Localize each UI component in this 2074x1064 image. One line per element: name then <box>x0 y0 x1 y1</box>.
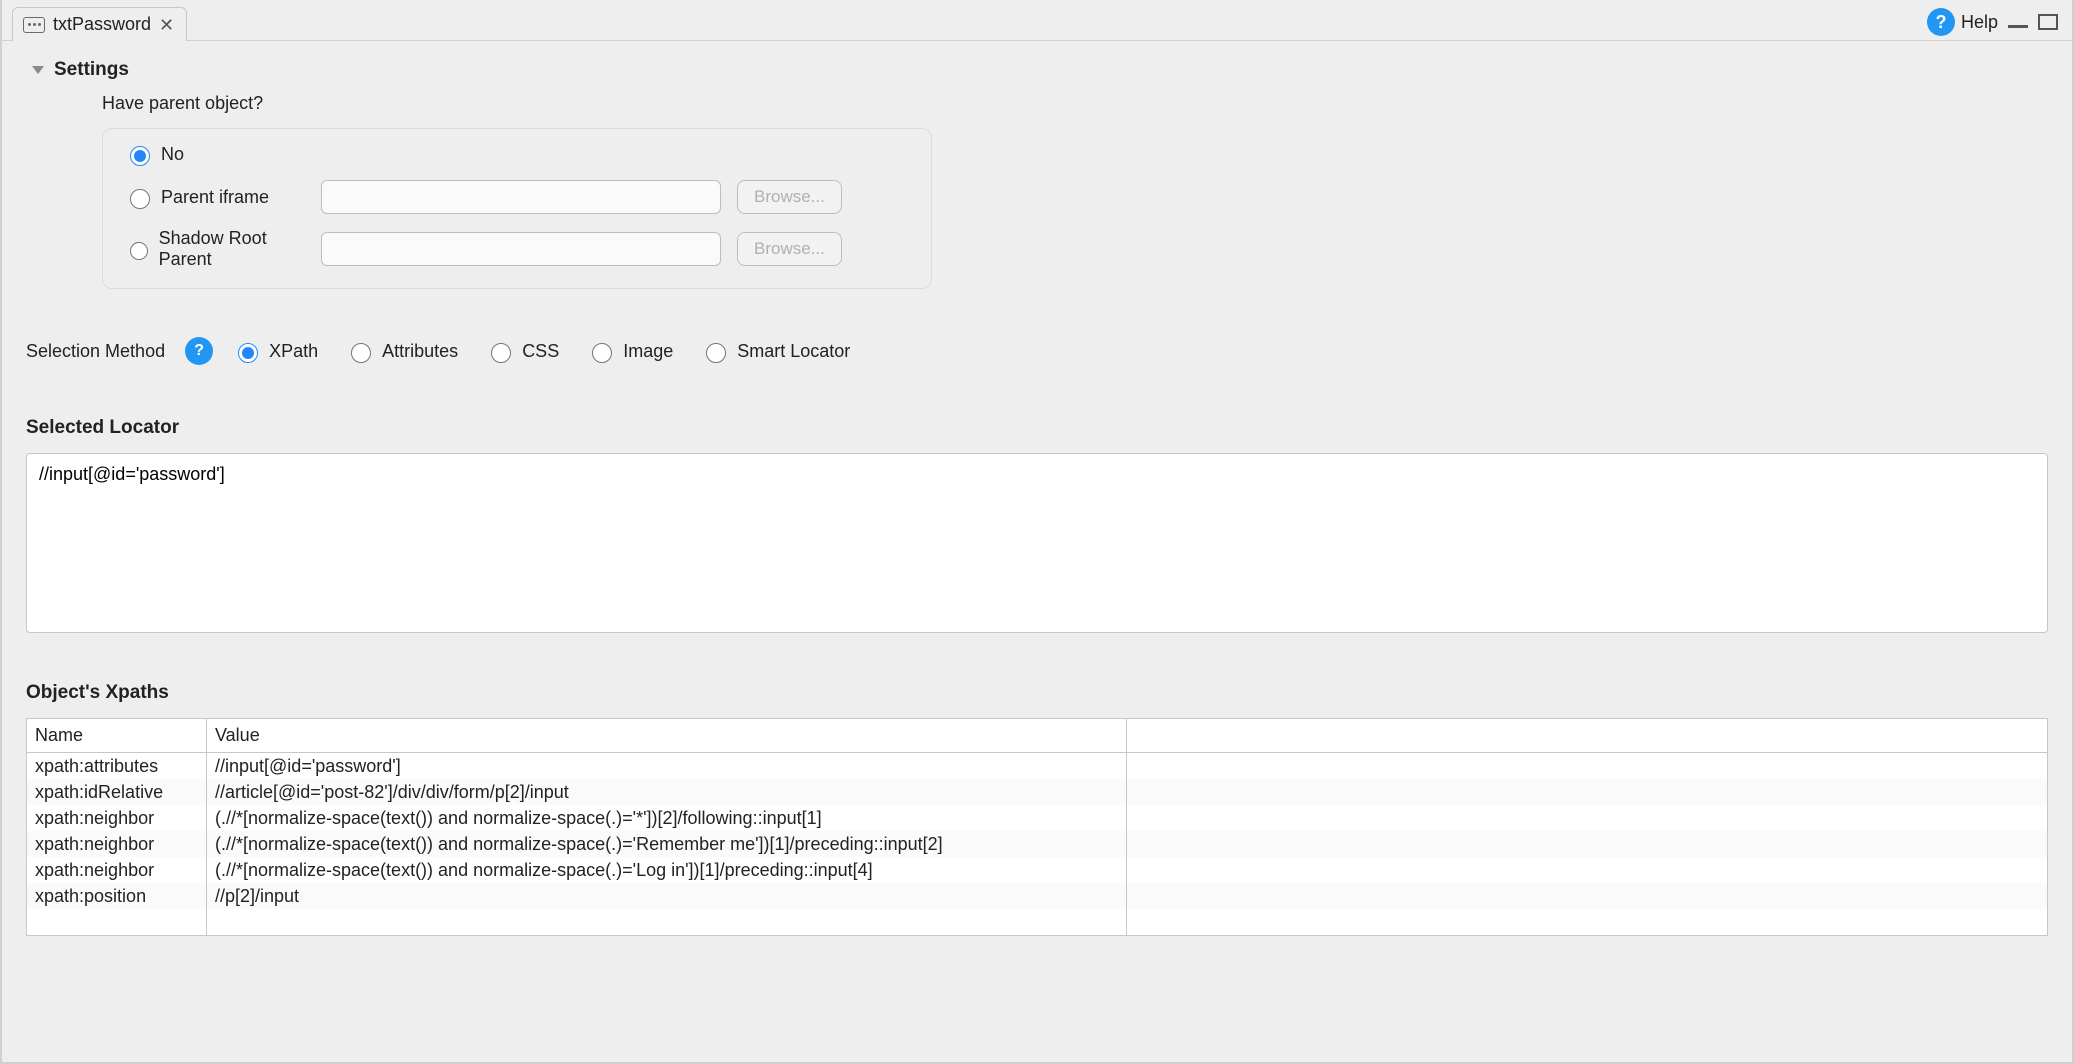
xpath-spare-cell <box>1127 883 2048 909</box>
radio-no[interactable] <box>130 146 150 166</box>
help-label: Help <box>1961 12 1998 33</box>
radio-parent-iframe-label: Parent iframe <box>161 187 269 208</box>
selection-method-row: Selection Method ? XPath Attributes CSS … <box>26 297 2048 373</box>
radio-smart[interactable] <box>706 343 726 363</box>
xpath-value-cell: //p[2]/input <box>207 883 1127 909</box>
xpath-value-cell: //article[@id='post-82']/div/div/form/p[… <box>207 779 1127 805</box>
table-row[interactable]: xpath:neighbor(.//*[normalize-space(text… <box>27 857 2048 883</box>
table-row[interactable]: xpath:neighbor(.//*[normalize-space(text… <box>27 805 2048 831</box>
disclosure-triangle-icon[interactable] <box>32 66 44 74</box>
app-frame: txtPassword ✕ ? Help Settings Have paren… <box>0 0 2074 1064</box>
radio-css-label: CSS <box>522 341 559 362</box>
xpaths-header-name[interactable]: Name <box>27 719 207 753</box>
table-row[interactable]: xpath:position//p[2]/input <box>27 883 2048 909</box>
xpath-name-cell: xpath:position <box>27 883 207 909</box>
radio-xpath[interactable] <box>238 343 258 363</box>
parent-iframe-input[interactable] <box>321 180 721 214</box>
radio-image[interactable] <box>592 343 612 363</box>
settings-title: Settings <box>54 59 129 81</box>
selected-locator-title: Selected Locator <box>26 417 2048 439</box>
maximize-button[interactable] <box>2038 14 2058 30</box>
xpath-name-cell: xpath:neighbor <box>27 805 207 831</box>
help-icon: ? <box>1927 8 1955 36</box>
xpath-value-cell: (.//*[normalize-space(text()) and normal… <box>207 831 1127 857</box>
help-button[interactable]: ? Help <box>1927 8 1998 36</box>
xpaths-table: Name Value xpath:attributes//input[@id='… <box>26 718 2048 936</box>
settings-body: Have parent object? No Parent iframe Bro… <box>26 93 2048 297</box>
radio-parent-iframe[interactable] <box>130 189 150 209</box>
editor-tab[interactable]: txtPassword ✕ <box>12 7 187 41</box>
xpath-name-cell: xpath:neighbor <box>27 857 207 883</box>
parent-object-group: No Parent iframe Browse... Shadow Root P… <box>102 128 932 289</box>
tabs-container: txtPassword ✕ <box>2 0 187 40</box>
tab-label: txtPassword <box>53 14 151 35</box>
browse-iframe-button[interactable]: Browse... <box>737 180 842 214</box>
content-area: Settings Have parent object? No Parent i… <box>2 41 2072 1062</box>
xpaths-header-value[interactable]: Value <box>207 719 1127 753</box>
xpath-value-cell: //input[@id='password'] <box>207 753 1127 780</box>
xpath-name-cell: xpath:neighbor <box>27 831 207 857</box>
xpath-value-cell: (.//*[normalize-space(text()) and normal… <box>207 857 1127 883</box>
xpath-name-cell: xpath:idRelative <box>27 779 207 805</box>
selection-method-label: Selection Method <box>26 341 165 362</box>
radio-attributes-label: Attributes <box>382 341 458 362</box>
tab-bar: txtPassword ✕ ? Help <box>2 0 2072 41</box>
radio-css[interactable] <box>491 343 511 363</box>
table-row[interactable]: xpath:attributes//input[@id='password'] <box>27 753 2048 780</box>
selected-locator-input[interactable] <box>26 453 2048 633</box>
toolbar-right: ? Help <box>1927 0 2064 40</box>
radio-attributes[interactable] <box>351 343 371 363</box>
minimize-button[interactable] <box>2008 16 2028 28</box>
xpaths-title: Object's Xpaths <box>26 682 2048 704</box>
xpath-spare-cell <box>1127 805 2048 831</box>
xpath-spare-cell <box>1127 857 2048 883</box>
xpath-spare-cell <box>1127 831 2048 857</box>
settings-header: Settings <box>26 41 2048 93</box>
radio-shadow-root[interactable] <box>130 241 148 261</box>
xpath-value-cell: (.//*[normalize-space(text()) and normal… <box>207 805 1127 831</box>
table-row[interactable]: xpath:idRelative//article[@id='post-82']… <box>27 779 2048 805</box>
radio-shadow-root-label: Shadow Root Parent <box>159 228 305 270</box>
radio-xpath-label: XPath <box>269 341 318 362</box>
xpaths-header-spare <box>1127 719 2048 753</box>
xpath-name-cell: xpath:attributes <box>27 753 207 780</box>
browse-shadow-button[interactable]: Browse... <box>737 232 842 266</box>
radio-no-label: No <box>161 144 184 165</box>
parent-question-label: Have parent object? <box>102 93 2048 114</box>
selection-help-icon[interactable]: ? <box>185 337 213 365</box>
table-row[interactable]: xpath:neighbor(.//*[normalize-space(text… <box>27 831 2048 857</box>
radio-smart-label: Smart Locator <box>737 341 850 362</box>
xpath-spare-cell <box>1127 753 2048 780</box>
selection-method-group: XPath Attributes CSS Image Smart Locator <box>233 340 850 363</box>
table-row <box>27 909 2048 935</box>
object-icon <box>23 17 45 33</box>
xpath-spare-cell <box>1127 779 2048 805</box>
close-tab-icon[interactable]: ✕ <box>159 16 174 34</box>
shadow-root-input[interactable] <box>321 232 721 266</box>
radio-image-label: Image <box>623 341 673 362</box>
